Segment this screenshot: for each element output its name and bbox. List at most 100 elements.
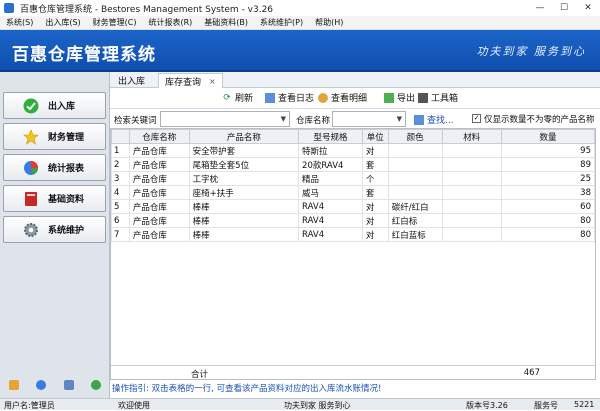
operation-hint: 操作指引: 双击表格的一行, 可查看该产品资料对应的出入库流水账情况! [112, 384, 382, 394]
cell-quantity: 80 [500, 213, 595, 228]
col-product-header[interactable]: 产品名称 [188, 129, 300, 144]
close-tab-icon[interactable]: × [209, 77, 216, 86]
cell-warehouse: 产品仓库 [128, 143, 190, 158]
menu-system[interactable]: 系统(S) [0, 17, 39, 28]
cell-quantity: 60 [500, 199, 595, 214]
nav-reports-label: 统计报表 [48, 164, 85, 174]
status-version: 版本号3.26 [466, 401, 508, 410]
cell-warehouse: 产品仓库 [128, 185, 190, 200]
refresh-button[interactable]: ⟳ 刷新 [222, 91, 254, 105]
nav-finance-label: 财务管理 [48, 133, 85, 143]
cell-quantity: 80 [500, 227, 595, 242]
nav-maintenance-button[interactable]: 系统维护 [3, 216, 106, 243]
minimize-button[interactable]: — [528, 0, 552, 16]
status-bar: 用户名:管理员 欢迎使用 功夫到家 服务到心 版本号3.26 服务号 5221 [0, 398, 600, 410]
cell-quantity: 95 [500, 143, 595, 158]
view-detail-button[interactable]: 查看明细 [318, 91, 367, 104]
col-color-header[interactable]: 颜色 [387, 129, 443, 144]
col-unit-header[interactable]: 单位 [361, 129, 389, 144]
keyword-label: 检索关键词 [114, 116, 157, 126]
maximize-button[interactable]: ☐ [552, 0, 576, 16]
cell-color [387, 185, 443, 200]
cell-product: 座椅+扶手 [188, 185, 300, 200]
title-bar: 百惠仓库管理系统 - Bestores Management System - … [0, 0, 600, 16]
refresh-label: 刷新 [235, 94, 254, 104]
cell-color [387, 171, 443, 186]
tab-inout[interactable]: 出入库 [112, 73, 151, 88]
nav-maintenance-label: 系统维护 [48, 226, 85, 236]
export-icon [384, 92, 394, 103]
monitor-icon[interactable] [63, 380, 74, 390]
table-row[interactable]: 1 产品仓库 安全带护套 特斯拉 对 95 [111, 143, 595, 158]
export-label: 导出 [397, 94, 416, 104]
close-button[interactable]: ✕ [576, 0, 600, 16]
nav-finance-button[interactable]: 财务管理 [3, 123, 106, 150]
nav-inout-label: 出入库 [48, 102, 76, 112]
cell-unit: 个 [361, 171, 389, 186]
stock-table: 仓库名称 产品名称 型号规格 单位 颜色 材料 数量 1 产品仓库 安全带护套 … [110, 128, 596, 380]
star-icon [22, 128, 40, 146]
table-row[interactable]: 4 产品仓库 座椅+扶手 威马 套 38 [111, 185, 595, 200]
col-rowno-header[interactable] [111, 129, 130, 144]
table-row[interactable]: 3 产品仓库 工字枕 精品 个 25 [111, 171, 595, 186]
menu-bar: 系统(S) 出入库(S) 财务管理(C) 统计报表(R) 基础资料(B) 系统维… [0, 16, 600, 30]
table-row[interactable]: 2 产品仓库 尾箱垫全套5位 20款RAV4 套 89 [111, 157, 595, 172]
row-number: 5 [111, 199, 130, 214]
row-number: 3 [111, 171, 130, 186]
nav-reports-button[interactable]: 统计报表 [3, 154, 106, 181]
gear-icon [22, 221, 40, 239]
menu-finance[interactable]: 财务管理(C) [87, 17, 143, 28]
menu-help[interactable]: 帮助(H) [309, 17, 349, 28]
menu-basic-data[interactable]: 基础资料(B) [198, 17, 254, 28]
keyword-combobox[interactable]: ▼ [160, 111, 290, 127]
toolbox-button[interactable]: 工具箱 [418, 91, 458, 104]
table-header-row: 仓库名称 产品名称 型号规格 单位 颜色 材料 数量 [111, 129, 595, 144]
cell-material [441, 185, 502, 200]
tab-stock-query[interactable]: 库存查询 × [158, 73, 223, 88]
nav-inout-button[interactable]: 出入库 [3, 92, 106, 119]
status-welcome: 欢迎使用 [118, 401, 150, 410]
cell-unit: 套 [361, 157, 389, 172]
cell-product: 安全带护套 [188, 143, 300, 158]
find-button[interactable]: 查找... [414, 113, 454, 126]
edit-icon[interactable] [8, 380, 19, 390]
info-icon[interactable] [36, 380, 47, 390]
cell-unit: 对 [361, 143, 389, 158]
cell-color [387, 143, 443, 158]
cell-color [387, 157, 443, 172]
cell-model: RAV4 [298, 213, 363, 228]
cell-product: 工字枕 [188, 171, 300, 186]
power-icon[interactable] [91, 380, 102, 390]
cell-material [441, 199, 502, 214]
detail-icon [318, 92, 328, 103]
cell-model: 威马 [298, 185, 363, 200]
menu-reports[interactable]: 统计报表(R) [142, 17, 198, 28]
row-number: 1 [111, 143, 130, 158]
cell-model: 20款RAV4 [298, 157, 363, 172]
col-model-header[interactable]: 型号规格 [298, 129, 363, 144]
menu-inout[interactable]: 出入库(S) [39, 17, 86, 28]
col-material-header[interactable]: 材料 [441, 129, 502, 144]
col-warehouse-header[interactable]: 仓库名称 [128, 129, 190, 144]
cell-product: 尾箱垫全套5位 [188, 157, 300, 172]
header-banner: 百惠仓库管理系统 功夫到家 服务到心 [0, 30, 600, 72]
nav-basic-data-button[interactable]: 基础资料 [3, 185, 106, 212]
warehouse-combobox[interactable]: ▼ [332, 111, 406, 127]
row-number: 4 [111, 185, 130, 200]
view-log-button[interactable]: 查看日志 [265, 91, 314, 104]
cell-material [441, 157, 502, 172]
col-quantity-header[interactable]: 数量 [500, 129, 595, 144]
table-row[interactable]: 6 产品仓库 棒棒 RAV4 对 红白标 80 [111, 213, 595, 228]
menu-maintenance[interactable]: 系统维护(P) [254, 17, 309, 28]
tab-strip: 出入库 库存查询 × [110, 72, 600, 88]
toolbox-label: 工具箱 [431, 94, 459, 104]
app-title: 百惠仓库管理系统 [12, 45, 156, 65]
nonzero-checkbox[interactable]: ✓ [472, 114, 481, 123]
export-button[interactable]: 导出 [384, 91, 415, 104]
window-controls: — ☐ ✕ [528, 0, 600, 16]
search-icon [414, 114, 424, 125]
cell-model: RAV4 [298, 227, 363, 242]
table-row[interactable]: 5 产品仓库 棒棒 RAV4 对 碳纤/红白 60 [111, 199, 595, 214]
cell-material [441, 227, 502, 242]
table-row[interactable]: 7 产品仓库 棒棒 RAV4 对 红白蓝标 80 [111, 227, 595, 242]
